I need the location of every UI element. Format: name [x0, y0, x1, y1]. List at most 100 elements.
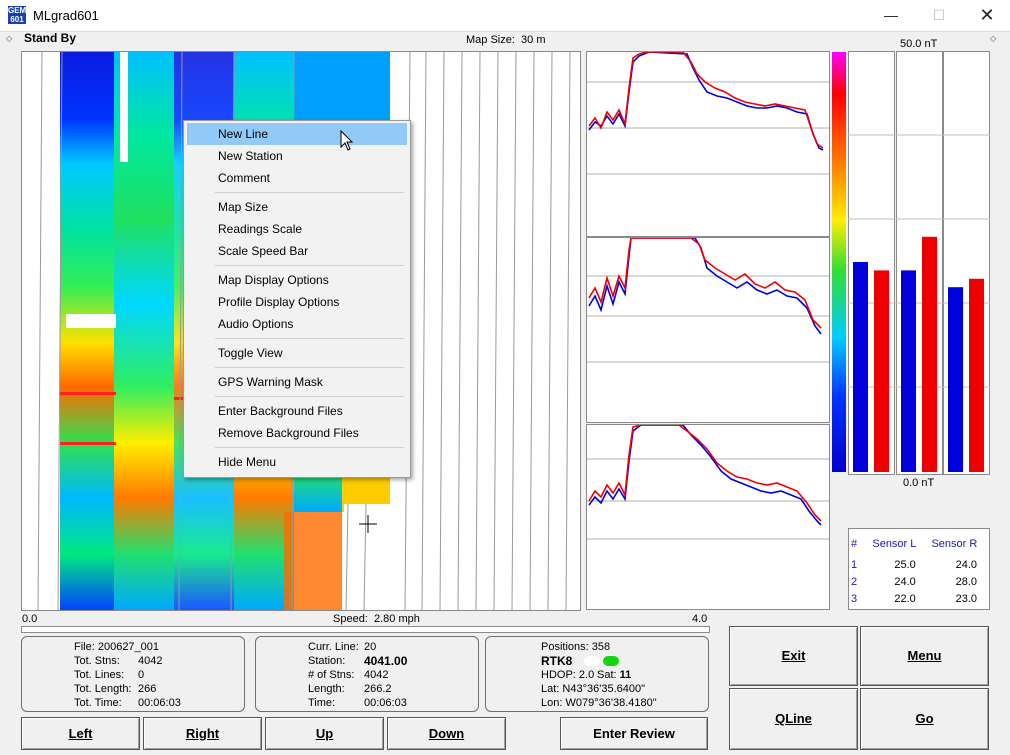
- menu-separator: [215, 396, 404, 397]
- gps-status-light-off: [584, 656, 600, 666]
- tot-time-label: Tot. Time:: [74, 697, 122, 709]
- menu-item-new-station[interactable]: New Station: [187, 145, 407, 167]
- tot-stns-label: Tot. Stns:: [74, 655, 120, 667]
- curr-line-label: Curr. Line:: [308, 641, 359, 653]
- close-button[interactable]: ✕: [964, 0, 1010, 31]
- hdop-value: 2.0: [578, 669, 595, 681]
- speed-readout: Speed: 2.80 mph: [333, 613, 420, 625]
- tot-lines-label: Tot. Lines:: [74, 669, 125, 681]
- window-title: MLgrad601: [33, 8, 99, 23]
- sensor-bar-3-blue: [948, 287, 963, 472]
- down-button[interactable]: Down: [387, 717, 506, 750]
- menu-item-gps-warning-mask[interactable]: GPS Warning Mask: [187, 371, 407, 393]
- qline-button[interactable]: QLine: [729, 688, 858, 750]
- map-size-value: 30 m: [521, 34, 546, 46]
- right-button[interactable]: Right: [143, 717, 262, 750]
- lat-value: N43°36'35.6400": [562, 683, 646, 695]
- scale-bottom-label: 0.0 nT: [903, 477, 935, 489]
- sensor-bar-1-red: [874, 270, 889, 472]
- scale-top-label: 50.0 nT: [900, 38, 938, 50]
- go-button[interactable]: Go: [860, 688, 989, 750]
- status-text: Stand By: [24, 31, 77, 45]
- profile-chart-2: [587, 237, 829, 363]
- positions-label: Positions:: [541, 641, 589, 653]
- speed-label: Speed:: [333, 613, 368, 625]
- curr-line-value: 20: [364, 641, 377, 653]
- menu-item-new-line[interactable]: New Line: [187, 123, 407, 145]
- menu-item-map-size[interactable]: Map Size: [187, 196, 407, 218]
- speed-max-label: 4.0: [692, 613, 708, 625]
- profile-chart-3: [587, 424, 829, 540]
- speed-value: 2.80 mph: [374, 613, 420, 625]
- tot-length-label: Tot. Length:: [74, 683, 132, 695]
- app-icon: GEM 601: [8, 6, 27, 24]
- gps-info-panel: Positions: 358 RTK8 HDOP: 2.0 Sat: 11 La…: [485, 636, 709, 712]
- gps-status-light-on: [603, 656, 619, 666]
- tot-time-value: 00:06:03: [138, 697, 181, 709]
- menu-button[interactable]: Menu: [860, 626, 989, 686]
- hdop-label: HDOP:: [541, 669, 576, 681]
- menu-item-toggle-view[interactable]: Toggle View: [187, 342, 407, 364]
- maximize-button: ☐: [932, 7, 946, 23]
- tot-stns-value: 4042: [138, 655, 163, 667]
- sensor-table-header-right: Sensor R: [931, 537, 978, 550]
- profile-panel-1[interactable]: [586, 51, 830, 237]
- profile-panel-3[interactable]: [586, 424, 830, 610]
- menu-separator: [215, 265, 404, 266]
- sensor-bars: [848, 134, 990, 472]
- left-button[interactable]: Left: [21, 717, 140, 750]
- menu-separator: [215, 447, 404, 448]
- up-button[interactable]: Up: [265, 717, 384, 750]
- lon-value: W079°36'38.4180": [565, 697, 657, 709]
- menu-separator: [215, 367, 404, 368]
- menu-item-comment[interactable]: Comment: [187, 167, 407, 189]
- rtk-status: RTK8: [541, 654, 573, 668]
- resize-handle-left-icon[interactable]: ◇: [6, 34, 12, 43]
- positions-value: 358: [591, 641, 611, 653]
- resize-handle-right-icon[interactable]: ◇: [990, 34, 996, 43]
- map-size-readout: Map Size: 30 m: [466, 34, 546, 46]
- menu-separator: [215, 192, 404, 193]
- sensor-bar-1-blue: [853, 262, 868, 472]
- sensor-bar-2-blue: [901, 270, 916, 472]
- file-label: File:: [74, 641, 95, 653]
- minimize-button[interactable]: —: [868, 0, 914, 31]
- time-value: 00:06:03: [364, 697, 407, 709]
- sensor-table-row: 3 22.0 23.0: [851, 592, 977, 605]
- menu-item-map-display-options[interactable]: Map Display Options: [187, 269, 407, 291]
- profile-panel-2[interactable]: [586, 237, 830, 423]
- num-stns-value: 4042: [364, 669, 389, 681]
- menu-item-audio-options[interactable]: Audio Options: [187, 313, 407, 335]
- menu-item-readings-scale[interactable]: Readings Scale: [187, 218, 407, 240]
- tot-lines-value: 0: [138, 669, 145, 681]
- sensor-table-header-index: #: [851, 537, 858, 550]
- station-value: 4041.00: [364, 654, 408, 668]
- exit-button[interactable]: Exit: [729, 626, 858, 686]
- sensor-table-header-left: Sensor L: [872, 537, 917, 550]
- sensor-table-row: 2 24.0 28.0: [851, 575, 977, 588]
- sensor-bar-3-red: [969, 278, 984, 472]
- speed-bar: [21, 626, 710, 633]
- mouse-cursor-icon: [340, 130, 354, 151]
- lon-label: Lon:: [541, 697, 563, 709]
- menu-item-remove-background-files[interactable]: Remove Background Files: [187, 422, 407, 444]
- title-bar: GEM 601 MLgrad601 — ☐ ✕: [0, 0, 1010, 32]
- menu-item-profile-display-options[interactable]: Profile Display Options: [187, 291, 407, 313]
- menu-item-enter-background-files[interactable]: Enter Background Files: [187, 400, 407, 422]
- sensor-table: # Sensor L Sensor R 1 25.0 24.0 2 24.0 2…: [848, 528, 990, 610]
- lat-label: Lat:: [541, 683, 560, 695]
- menu-item-hide-menu[interactable]: Hide Menu: [187, 451, 407, 473]
- length-value: 266.2: [364, 683, 392, 695]
- enter-review-button[interactable]: Enter Review: [560, 717, 708, 750]
- file-value: 200627_001: [97, 641, 160, 653]
- sat-value: 11: [619, 669, 632, 681]
- sensor-table-row: 1 25.0 24.0: [851, 558, 977, 571]
- sat-label: Sat:: [597, 669, 617, 681]
- menu-separator: [215, 338, 404, 339]
- tot-length-value: 266: [138, 683, 157, 695]
- time-label: Time:: [308, 697, 336, 709]
- menu-item-scale-speed-bar[interactable]: Scale Speed Bar: [187, 240, 407, 262]
- profile-chart-1: [587, 51, 829, 175]
- sensor-bar-2-red: [922, 236, 937, 472]
- station-label: Station:: [308, 655, 346, 667]
